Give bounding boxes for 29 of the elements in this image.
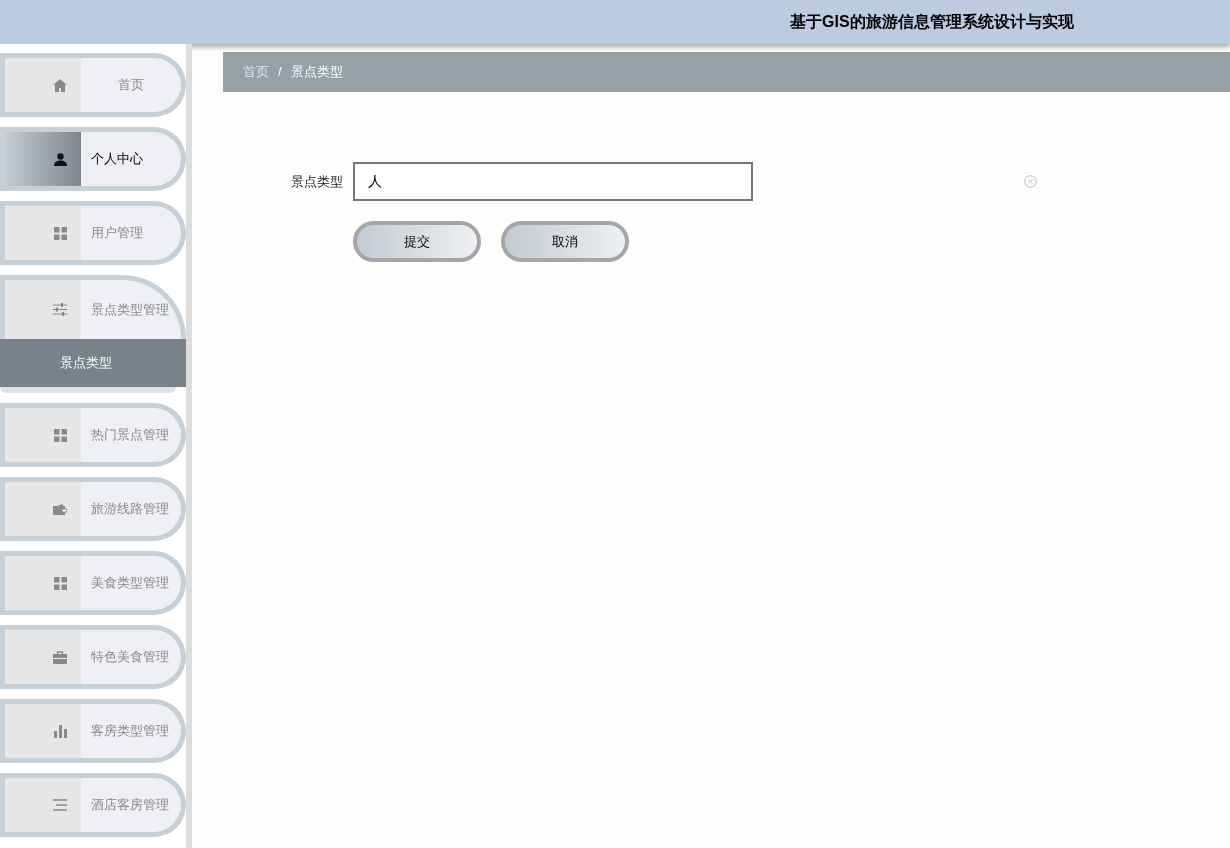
sidebar-item[interactable]: 首页 [0,53,186,117]
list-icon [53,799,67,811]
sidebar-item[interactable]: 酒店客房管理 [0,773,186,837]
breadcrumb-separator: / [278,63,282,82]
sidebar-item[interactable]: 热门景点管理 [0,403,186,467]
sidebar-item[interactable]: 用户管理 [0,201,186,265]
sidebar-item[interactable]: 客房类型管理 [0,699,186,763]
clear-icon[interactable] [1024,175,1037,188]
sidebar-item[interactable]: 美食类型管理 [0,551,186,615]
grid-icon [54,226,67,240]
breadcrumb-link[interactable]: 首页 [243,62,269,82]
form-button[interactable]: 提交 [353,221,481,262]
sidebar-item[interactable]: 景点类型管理 [0,275,186,339]
user-icon [54,152,67,166]
wallet-icon [53,503,67,515]
input-field[interactable]: 人 [353,162,753,201]
sidebar-item[interactable]: 个人中心 [0,127,186,191]
form-button[interactable]: 取消 [501,221,629,262]
grid-icon [54,576,67,590]
home-icon [53,78,67,92]
system-title: 基于GIS的旅游信息管理系统设计与实现 [790,12,1074,32]
briefcase-icon [53,650,67,664]
grid-icon [54,428,67,442]
submenu-item[interactable]: 景点类型 [0,339,186,387]
sidebar-item[interactable]: 特色美食管理 [0,625,186,689]
sliders-icon [53,303,67,316]
field-label: 景点类型 [290,172,344,191]
bar-chart-icon [54,724,67,738]
sidebar-item[interactable]: 旅游线路管理 [0,477,186,541]
